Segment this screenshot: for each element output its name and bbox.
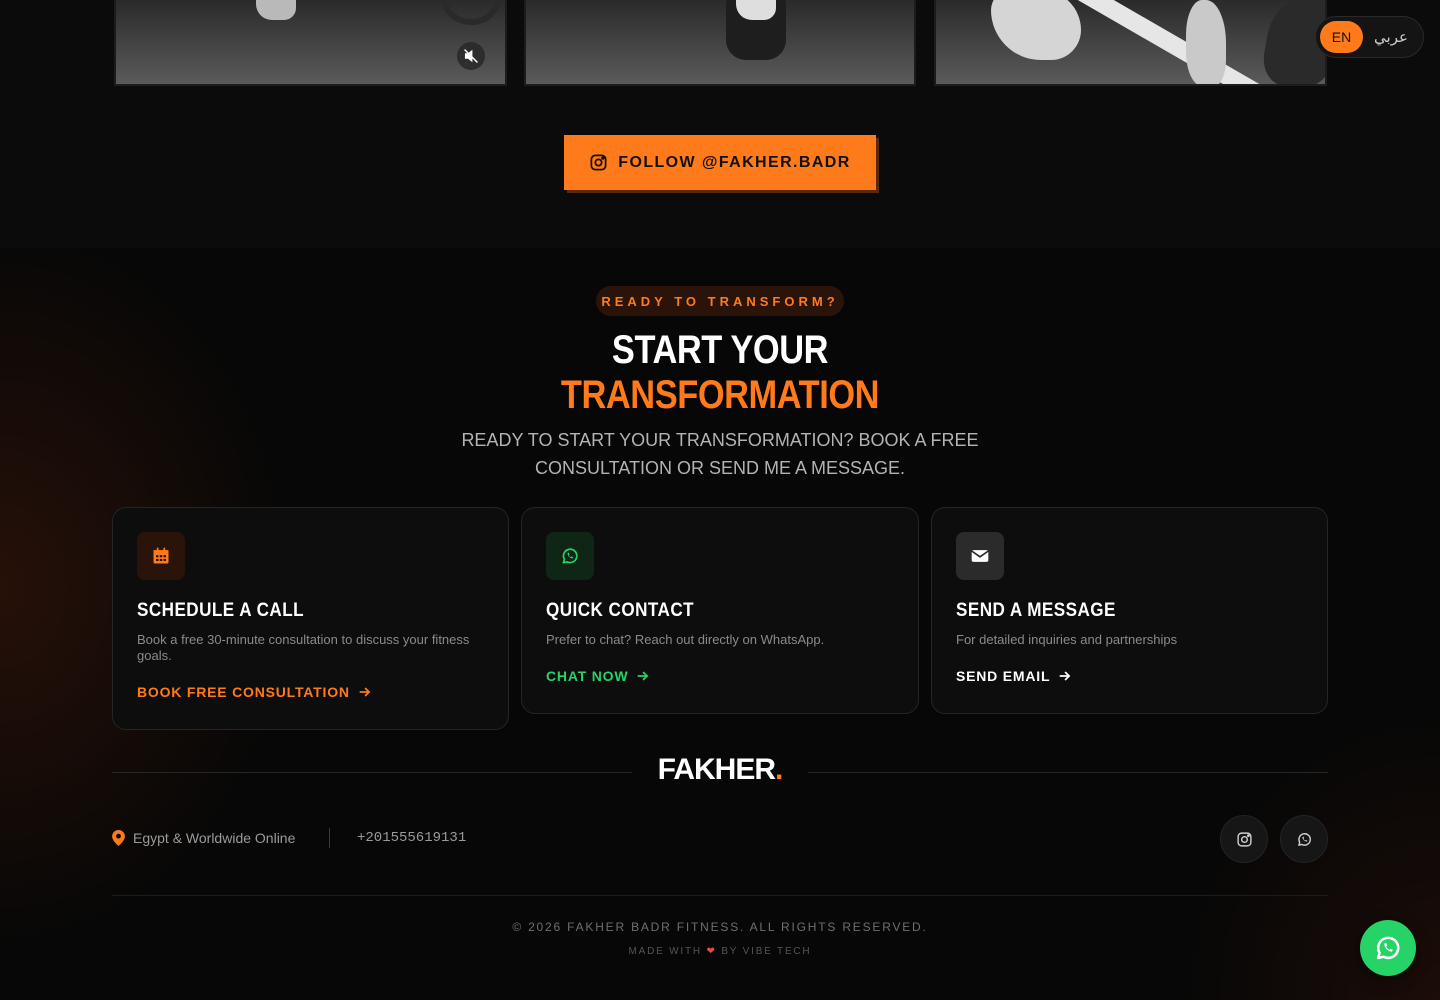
calendar-icon <box>153 547 169 564</box>
section-title-line1: START YOUR <box>611 328 829 372</box>
made-with-suffix: BY VIBE TECH <box>721 946 812 957</box>
footer-location: Egypt & Worldwide Online <box>112 830 295 846</box>
whatsapp-icon <box>1297 832 1311 846</box>
whatsapp-social-button[interactable] <box>1280 815 1328 863</box>
section-badge: READY TO TRANSFORM? <box>596 286 844 316</box>
card-icon-box <box>956 532 1004 580</box>
contact-section: READY TO TRANSFORM? START YOUR TRANSFORM… <box>0 248 1440 1000</box>
card-icon-box <box>137 532 185 580</box>
made-with-prefix: MADE WITH <box>628 946 702 957</box>
instagram-icon <box>1236 831 1252 847</box>
language-option-en[interactable]: EN <box>1320 21 1363 53</box>
envelope-icon <box>971 550 989 562</box>
section-lead: READY TO START YOUR TRANSFORMATION? BOOK… <box>461 430 979 478</box>
chat-now-link[interactable]: CHAT NOW <box>546 668 650 684</box>
made-with-credit: MADE WITH ❤ BY VIBE TECH <box>0 946 1440 957</box>
thumbnail-figure <box>1186 0 1226 84</box>
instagram-video-thumbnail[interactable] <box>524 0 916 86</box>
map-pin-icon <box>112 830 125 846</box>
contact-card-whatsapp: QUICK CONTACT Prefer to chat? Reach out … <box>521 507 919 714</box>
follow-button-label: FOLLOW @FAKHER.BADR <box>618 153 851 171</box>
language-option-ar[interactable]: عربي <box>1363 28 1419 46</box>
arrow-right-icon <box>637 671 649 681</box>
cta-label: CHAT NOW <box>546 668 629 684</box>
logo-dot: . <box>775 753 783 786</box>
book-consultation-link[interactable]: BOOK FREE CONSULTATION <box>137 684 372 700</box>
instagram-social-button[interactable] <box>1220 815 1268 863</box>
card-description: For detailed inquiries and partnerships <box>956 632 1178 647</box>
card-title: QUICK CONTACT <box>546 600 695 621</box>
instagram-section: FOLLOW @FAKHER.BADR <box>0 0 1440 248</box>
location-text: Egypt & Worldwide Online <box>133 830 296 846</box>
contact-card-email: SEND A MESSAGE For detailed inquiries an… <box>931 507 1328 714</box>
card-description: Book a free 30-minute consultation to di… <box>137 632 470 663</box>
instagram-icon <box>590 154 607 171</box>
card-title: SEND A MESSAGE <box>956 600 1116 621</box>
language-switcher: EN عربي <box>1315 16 1424 58</box>
arrow-right-icon <box>1059 671 1071 681</box>
thumbnail-figure <box>256 0 296 20</box>
footer-phone[interactable]: +201555619131 <box>357 830 466 846</box>
card-title: SCHEDULE A CALL <box>137 600 304 621</box>
cta-label: BOOK FREE CONSULTATION <box>137 684 350 700</box>
divider <box>329 828 330 848</box>
section-title-line2: TRANSFORMATION <box>560 373 880 417</box>
instagram-video-thumbnail[interactable] <box>934 0 1327 86</box>
thumbnail-figure <box>991 0 1081 60</box>
card-description: Prefer to chat? Reach out directly on Wh… <box>546 632 825 647</box>
whatsapp-floating-button[interactable] <box>1360 920 1416 976</box>
whatsapp-icon <box>562 548 578 564</box>
mute-button[interactable] <box>457 42 485 70</box>
thumbnail-figure <box>441 0 501 25</box>
card-icon-box <box>546 532 594 580</box>
divider <box>112 895 1328 896</box>
logo-text: FAKHER <box>657 753 776 786</box>
heart-icon: ❤ <box>706 946 717 957</box>
whatsapp-icon <box>1376 936 1400 960</box>
arrow-right-icon <box>359 687 370 697</box>
contact-card-schedule: SCHEDULE A CALL Book a free 30-minute co… <box>112 507 509 730</box>
follow-instagram-button[interactable]: FOLLOW @FAKHER.BADR <box>564 135 876 190</box>
mute-icon <box>464 49 478 63</box>
send-email-link[interactable]: SEND EMAIL <box>956 668 1072 684</box>
instagram-video-thumbnail[interactable] <box>114 0 507 86</box>
footer-logo[interactable]: FAKHER. <box>0 753 1440 787</box>
copyright: © 2026 FAKHER BADR FITNESS. ALL RIGHTS R… <box>512 920 928 934</box>
thumbnail-figure <box>736 0 776 20</box>
cta-label: SEND EMAIL <box>956 668 1051 684</box>
